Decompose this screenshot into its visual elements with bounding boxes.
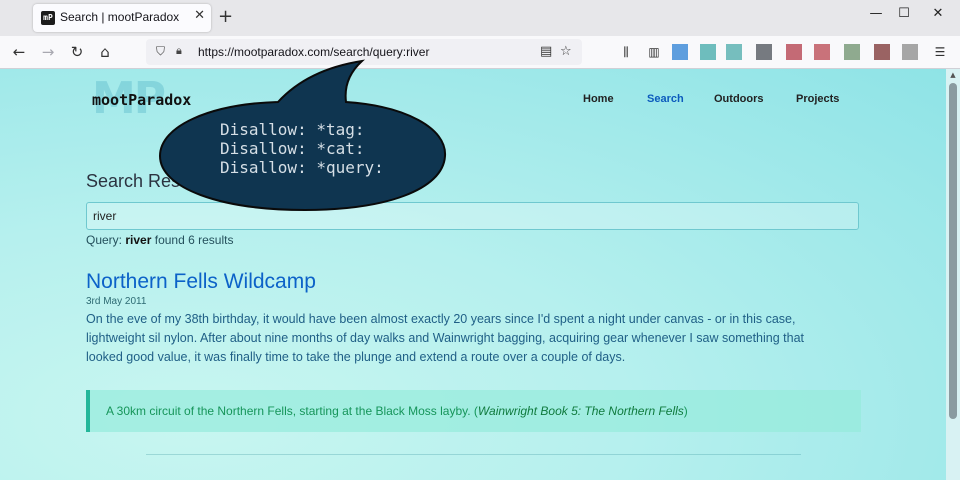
- library-icon[interactable]: ⫼: [618, 44, 634, 60]
- close-window-button[interactable]: ✕: [928, 6, 948, 21]
- extension-icon[interactable]: [726, 44, 742, 60]
- reload-icon[interactable]: ↻: [66, 42, 88, 62]
- lock-icon[interactable]: 🔒︎: [176, 44, 182, 58]
- extension-icon[interactable]: [786, 44, 802, 60]
- reader-view-icon[interactable]: ▤: [540, 44, 552, 59]
- tab-strip: mP Search | mootParadox ✕ + — ☐ ✕: [0, 0, 960, 36]
- query-count: found 6 results: [154, 233, 234, 247]
- extension-icon[interactable]: [814, 44, 830, 60]
- result-title-link[interactable]: Northern Fells Wildcamp: [86, 270, 316, 294]
- route-callout: A 30km circuit of the Northern Fells, st…: [86, 390, 861, 432]
- new-tab-button[interactable]: +: [218, 6, 233, 28]
- vertical-scrollbar[interactable]: ▲: [946, 69, 960, 480]
- browser-tab-active[interactable]: mP Search | mootParadox ✕: [33, 4, 211, 32]
- extension-icon[interactable]: [844, 44, 860, 60]
- back-arrow-icon[interactable]: ←: [8, 42, 30, 62]
- close-tab-icon[interactable]: ✕: [194, 8, 205, 23]
- nav-home-link[interactable]: Home: [583, 93, 614, 105]
- maximize-window-button[interactable]: ☐: [894, 6, 914, 21]
- result-date: 3rd May 2011: [86, 296, 147, 307]
- query-prefix: Query:: [86, 233, 123, 247]
- extension-icon[interactable]: [700, 44, 716, 60]
- extension-icon[interactable]: [902, 44, 918, 60]
- callout-main: A 30km circuit of the Northern Fells, st…: [106, 404, 478, 418]
- tracking-protection-shield-icon[interactable]: ⛉: [156, 44, 165, 59]
- robots-speech-bubble: Disallow: *tag: Disallow: *cat: Disallow…: [150, 58, 460, 218]
- robots-disallow-text: Disallow: *tag: Disallow: *cat: Disallow…: [220, 120, 384, 177]
- sidebar-icon[interactable]: ▥: [646, 44, 662, 60]
- extension-icon[interactable]: [756, 44, 772, 60]
- scrollbar-thumb[interactable]: [949, 83, 957, 419]
- scroll-up-arrow-icon[interactable]: ▲: [949, 71, 957, 79]
- extension-icon[interactable]: [874, 44, 890, 60]
- nav-outdoors-link[interactable]: Outdoors: [714, 93, 764, 105]
- query-summary: Query: river found 6 results: [86, 233, 233, 247]
- callout-close: ): [683, 404, 688, 418]
- page-viewport: MP mootParadox Home Search Outdoors Proj…: [0, 69, 960, 480]
- navigation-toolbar: ← → ↻ ⌂ ⛉ 🔒︎ https://mootparadox.com/sea…: [0, 36, 960, 69]
- hamburger-menu-icon[interactable]: ☰: [932, 44, 948, 60]
- result-excerpt: On the eve of my 38th birthday, it would…: [86, 312, 804, 364]
- home-icon[interactable]: ⌂: [94, 42, 116, 62]
- callout-book-reference: Wainwright Book 5: The Northern Fells: [477, 404, 684, 418]
- site-favicon-icon: mP: [41, 11, 55, 25]
- bookmark-star-icon[interactable]: ☆: [560, 44, 572, 59]
- query-term: river: [125, 233, 152, 247]
- extension-icon[interactable]: [672, 44, 688, 60]
- tab-title: Search | mootParadox: [60, 10, 180, 24]
- nav-projects-link[interactable]: Projects: [796, 93, 839, 105]
- callout-text: A 30km circuit of the Northern Fells, st…: [106, 404, 688, 418]
- minimize-window-button[interactable]: —: [866, 6, 886, 21]
- result-divider: [146, 454, 801, 455]
- forward-arrow-icon[interactable]: →: [37, 42, 59, 62]
- url-text[interactable]: https://mootparadox.com/search/query:riv…: [198, 45, 429, 59]
- nav-search-link[interactable]: Search: [647, 93, 684, 105]
